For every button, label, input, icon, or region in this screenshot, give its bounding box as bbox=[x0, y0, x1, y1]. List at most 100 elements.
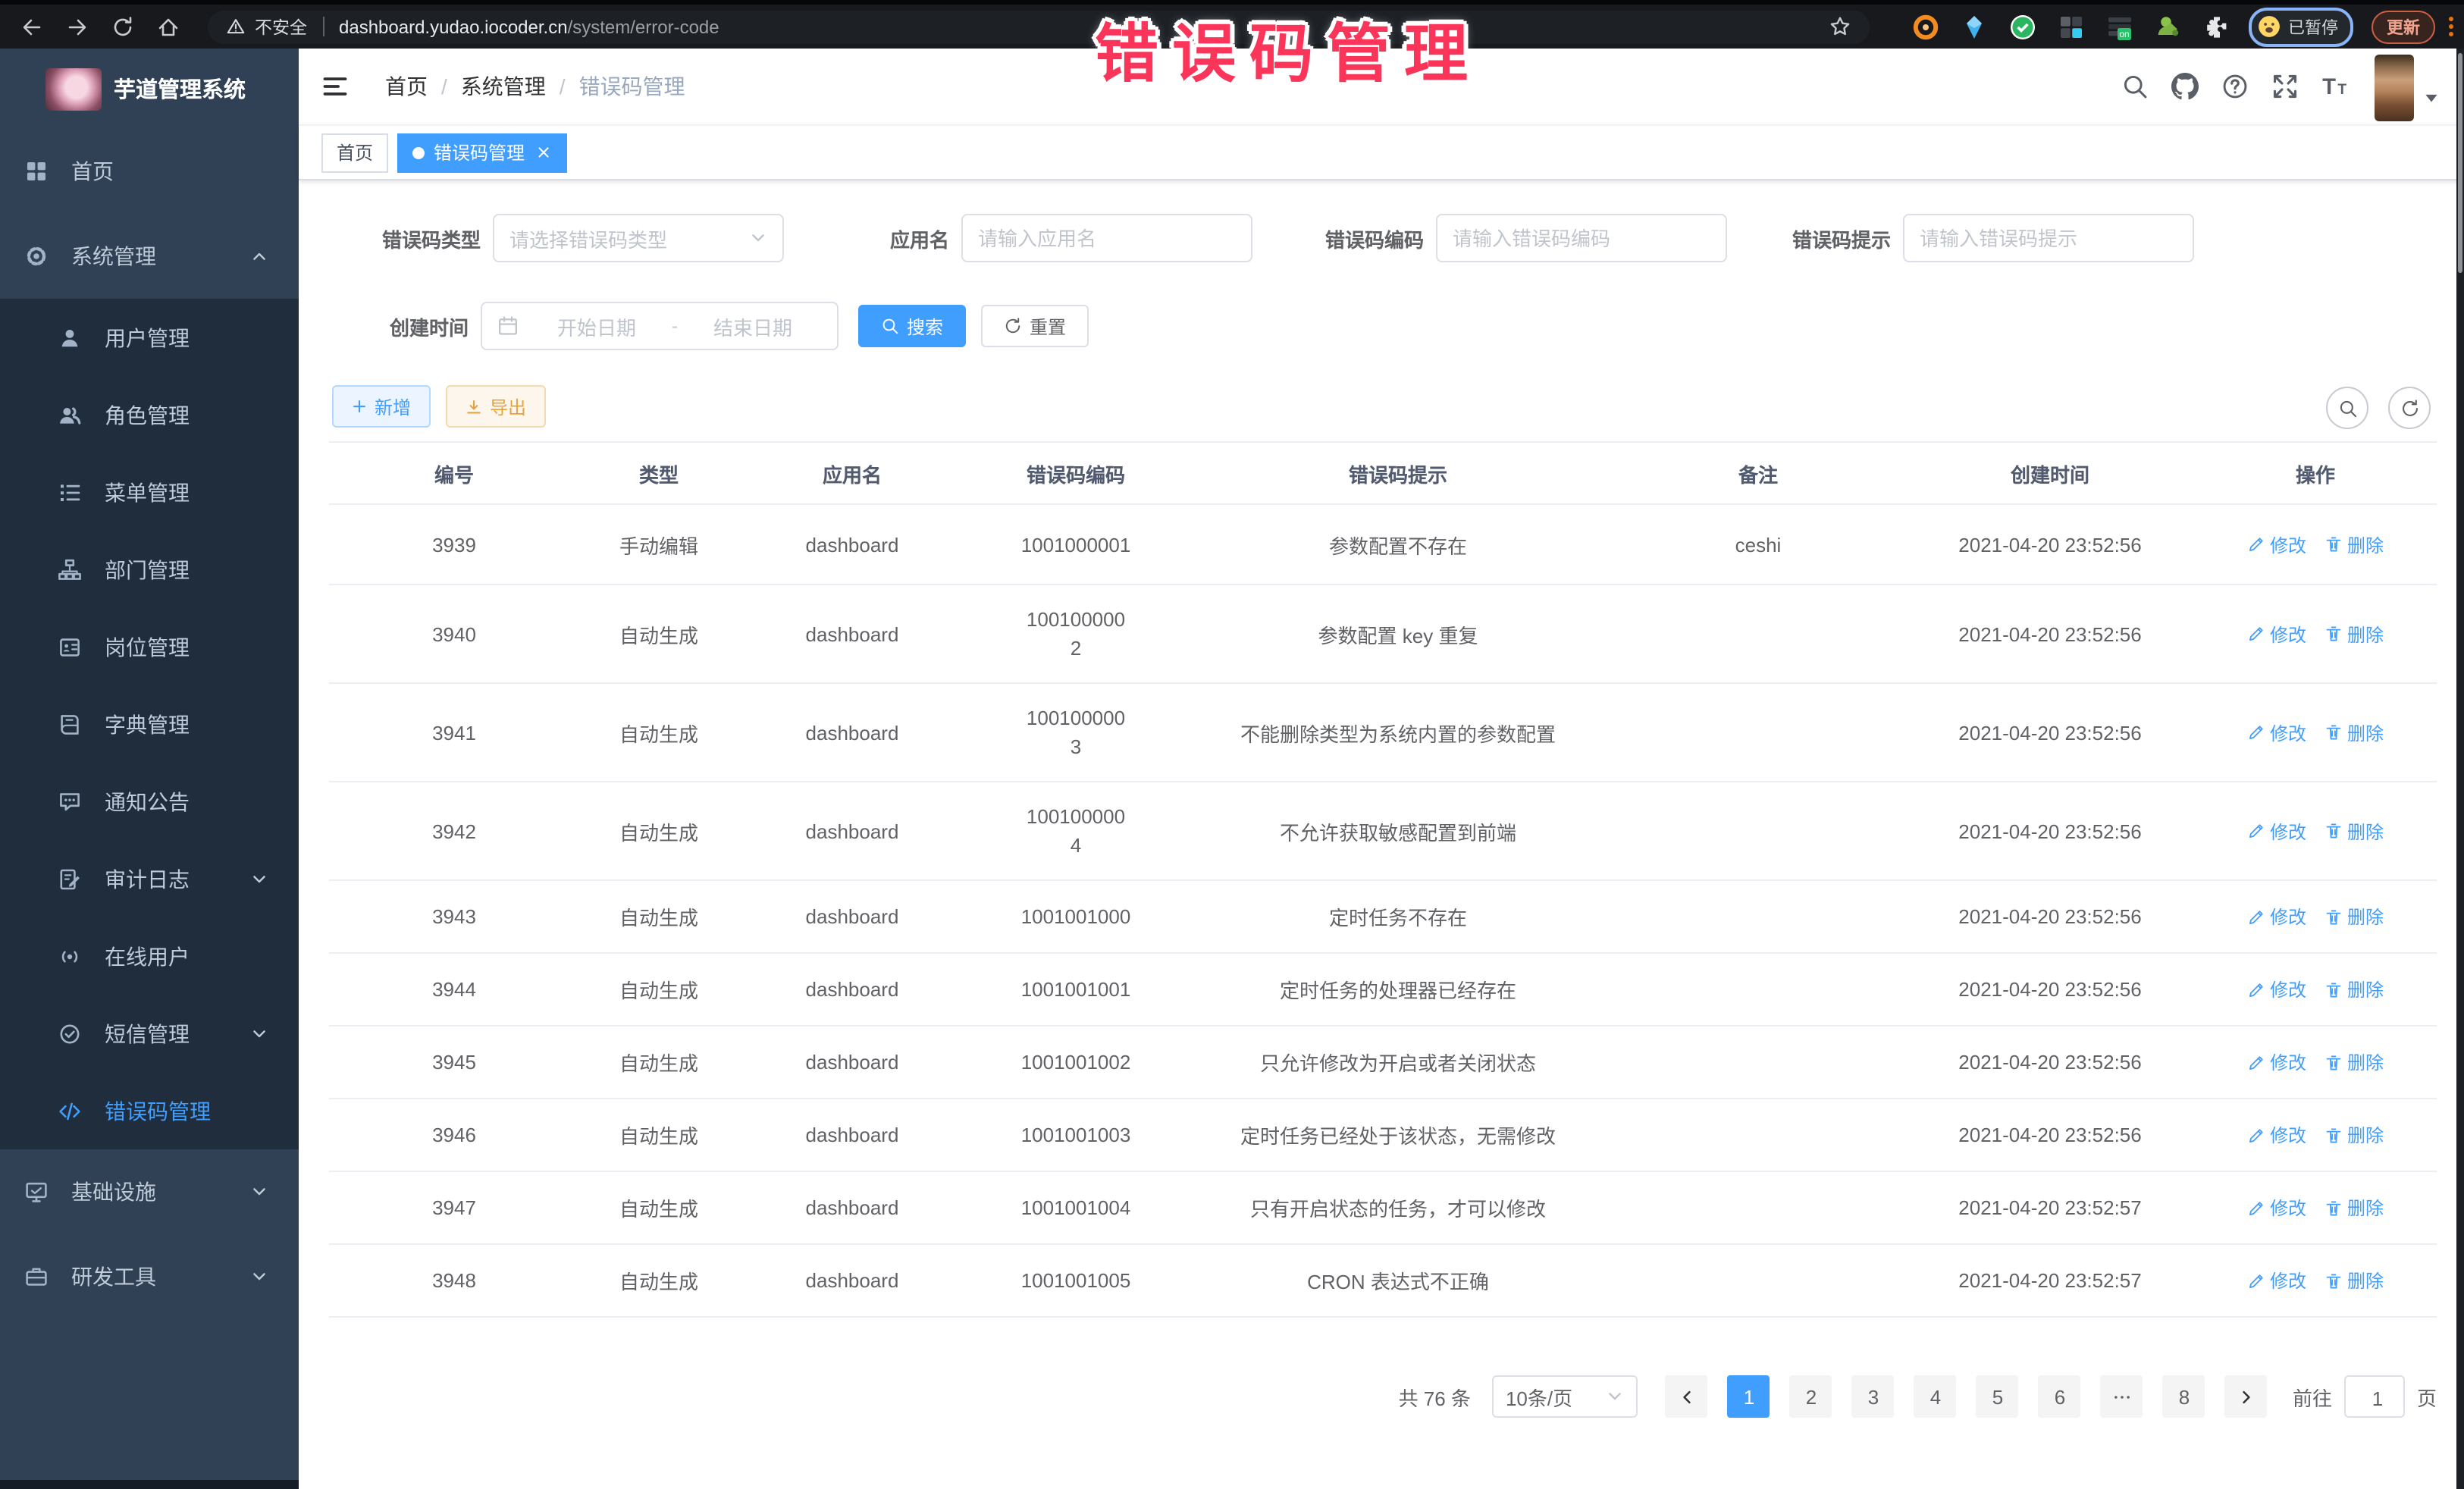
scrollbar-thumb[interactable] bbox=[2458, 53, 2462, 273]
error-code-input[interactable] bbox=[1436, 214, 1727, 262]
page-button-3[interactable]: 3 bbox=[1852, 1375, 1895, 1418]
date-range-picker[interactable]: 开始日期 - 结束日期 bbox=[481, 302, 839, 350]
delete-link[interactable]: 删除 bbox=[2324, 719, 2384, 745]
url-path[interactable]: /system/error-code bbox=[568, 16, 719, 37]
browser-update-button[interactable]: 更新 bbox=[2372, 10, 2435, 43]
tag-close-icon[interactable] bbox=[535, 144, 552, 161]
sidebar-item-home[interactable]: 首页 bbox=[0, 129, 299, 214]
sidebar-item-menu[interactable]: 菜单管理 bbox=[0, 453, 299, 531]
extension-green-check-icon[interactable] bbox=[2009, 13, 2036, 40]
sidebar-item-system[interactable]: 系统管理 bbox=[0, 214, 299, 299]
address-bar[interactable]: 不安全 dashboard.yudao.iocoder.cn/system/er… bbox=[208, 10, 1870, 43]
fullscreen-icon[interactable] bbox=[2271, 73, 2299, 100]
search-button[interactable]: 搜索 bbox=[858, 305, 966, 347]
sidebar-item-sms[interactable]: 短信管理 bbox=[0, 995, 299, 1072]
extension-tabs-on-icon[interactable]: on bbox=[2106, 13, 2133, 40]
next-page-button[interactable] bbox=[2225, 1375, 2268, 1418]
sidebar-item-notice[interactable]: 通知公告 bbox=[0, 763, 299, 840]
date-end-input[interactable]: 结束日期 bbox=[681, 312, 825, 340]
sidebar-item-online-user[interactable]: 在线用户 bbox=[0, 917, 299, 995]
breadcrumb-item[interactable]: 首页 bbox=[385, 71, 428, 102]
sidebar-item-audit-log[interactable]: 审计日志 bbox=[0, 840, 299, 917]
security-label[interactable]: 不安全 bbox=[255, 14, 307, 39]
header-search-icon[interactable] bbox=[2121, 73, 2149, 100]
delete-link[interactable]: 删除 bbox=[2324, 976, 2384, 1002]
add-button[interactable]: 新增 bbox=[332, 385, 431, 428]
delete-link[interactable]: 删除 bbox=[2324, 531, 2384, 557]
edit-link[interactable]: 修改 bbox=[2247, 818, 2306, 844]
help-icon[interactable] bbox=[2221, 73, 2249, 100]
sidebar-logo[interactable]: 芋道管理系统 bbox=[0, 49, 299, 129]
edit-link[interactable]: 修改 bbox=[2247, 1268, 2306, 1293]
pagination-ellipsis[interactable] bbox=[2101, 1375, 2143, 1418]
delete-link[interactable]: 删除 bbox=[2324, 904, 2384, 929]
tab-tag-inactive[interactable]: 首页 bbox=[321, 133, 388, 172]
app-name-input-field[interactable] bbox=[963, 215, 1251, 261]
error-msg-input-field[interactable] bbox=[1904, 215, 2193, 261]
delete-link[interactable]: 删除 bbox=[2324, 1122, 2384, 1148]
font-size-icon[interactable]: TT bbox=[2321, 73, 2349, 100]
goto-page-input[interactable] bbox=[2344, 1375, 2405, 1418]
bookmark-star-icon[interactable] bbox=[1829, 15, 1851, 38]
sidebar-item-dept[interactable]: 部门管理 bbox=[0, 531, 299, 608]
delete-link[interactable]: 删除 bbox=[2324, 1268, 2384, 1293]
page-button-8[interactable]: 8 bbox=[2163, 1375, 2205, 1418]
page-size-select[interactable]: 10条/页 bbox=[1492, 1375, 1638, 1418]
delete-link[interactable]: 删除 bbox=[2324, 818, 2384, 844]
edit-link[interactable]: 修改 bbox=[2247, 719, 2306, 745]
extension-key-icon[interactable] bbox=[2155, 13, 2182, 40]
export-button[interactable]: 导出 bbox=[446, 385, 546, 428]
page-scrollbar[interactable] bbox=[2456, 49, 2464, 1489]
edit-link[interactable]: 修改 bbox=[2247, 976, 2306, 1002]
page-button-2[interactable]: 2 bbox=[1790, 1375, 1832, 1418]
sidebar-item-devtools[interactable]: 研发工具 bbox=[0, 1234, 299, 1319]
browser-menu-icon[interactable] bbox=[2449, 14, 2453, 39]
edit-link[interactable]: 修改 bbox=[2247, 1049, 2306, 1075]
sidebar-item-post[interactable]: 岗位管理 bbox=[0, 608, 299, 685]
page-button-1[interactable]: 1 bbox=[1728, 1375, 1770, 1418]
github-icon[interactable] bbox=[2171, 73, 2199, 100]
error-code-input-field[interactable] bbox=[1437, 215, 1726, 261]
browser-forward-icon[interactable] bbox=[65, 14, 89, 39]
prev-page-button[interactable] bbox=[1666, 1375, 1708, 1418]
extension-puzzle-icon[interactable] bbox=[2203, 13, 2230, 40]
edit-link[interactable]: 修改 bbox=[2247, 621, 2306, 647]
extension-grid-icon[interactable] bbox=[2058, 13, 2085, 40]
sidebar-item-role[interactable]: 角色管理 bbox=[0, 376, 299, 453]
browser-home-icon[interactable] bbox=[156, 14, 180, 39]
error-msg-input[interactable] bbox=[1903, 214, 2194, 262]
extension-gem-icon[interactable] bbox=[1961, 13, 1988, 40]
browser-reload-icon[interactable] bbox=[111, 14, 135, 39]
security-warning-icon[interactable] bbox=[226, 17, 246, 36]
hamburger-icon[interactable] bbox=[321, 73, 349, 100]
delete-link[interactable]: 删除 bbox=[2324, 1195, 2384, 1221]
edit-link[interactable]: 修改 bbox=[2247, 531, 2306, 557]
delete-link[interactable]: 删除 bbox=[2324, 1049, 2384, 1075]
page-button-5[interactable]: 5 bbox=[1977, 1375, 2019, 1418]
avatar-caret-icon[interactable] bbox=[2423, 89, 2440, 105]
breadcrumb-item[interactable]: 系统管理 bbox=[461, 71, 546, 102]
edit-link[interactable]: 修改 bbox=[2247, 1195, 2306, 1221]
browser-back-icon[interactable] bbox=[20, 14, 44, 39]
svg-text:T: T bbox=[2322, 75, 2336, 99]
app-name-input[interactable] bbox=[961, 214, 1252, 262]
edit-link[interactable]: 修改 bbox=[2247, 904, 2306, 929]
edit-link[interactable]: 修改 bbox=[2247, 1122, 2306, 1148]
url-host[interactable]: dashboard.yudao.iocoder.cn bbox=[339, 16, 568, 37]
user-avatar[interactable] bbox=[2375, 55, 2414, 121]
sidebar-item-dict[interactable]: 字典管理 bbox=[0, 685, 299, 763]
sidebar-item-error-code[interactable]: 错误码管理 bbox=[0, 1072, 299, 1149]
sidebar-item-infra[interactable]: 基础设施 bbox=[0, 1149, 299, 1234]
browser-profile-chip[interactable]: 已暂停 bbox=[2249, 7, 2353, 46]
page-button-4[interactable]: 4 bbox=[1914, 1375, 1957, 1418]
extension-orange-icon[interactable] bbox=[1912, 13, 1939, 40]
page-button-6[interactable]: 6 bbox=[2039, 1375, 2081, 1418]
refresh-table-button[interactable] bbox=[2388, 387, 2431, 429]
tab-tag-active[interactable]: 错误码管理 bbox=[397, 133, 567, 172]
show-search-toggle-button[interactable] bbox=[2326, 387, 2368, 429]
error-code-type-select[interactable]: 请选择错误码类型 bbox=[493, 214, 784, 262]
reset-button[interactable]: 重置 bbox=[981, 305, 1089, 347]
sidebar-item-user[interactable]: 用户管理 bbox=[0, 299, 299, 376]
date-start-input[interactable]: 开始日期 bbox=[525, 312, 669, 340]
delete-link[interactable]: 删除 bbox=[2324, 621, 2384, 647]
